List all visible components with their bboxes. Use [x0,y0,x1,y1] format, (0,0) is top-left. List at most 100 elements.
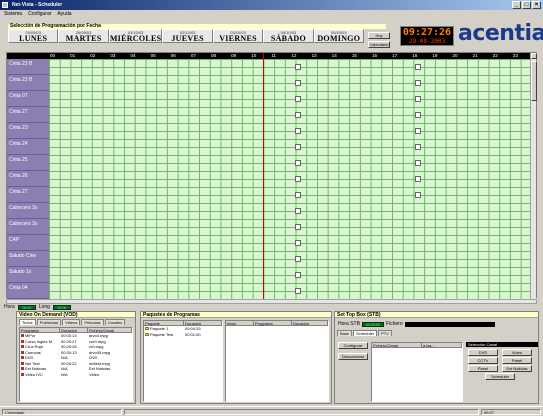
day-button-sabado[interactable]: 04/10/03 SÁBADO [263,29,314,43]
minimize-button[interactable]: _ [512,1,521,9]
channel-timeline[interactable] [49,203,532,219]
program-marker-icon[interactable] [415,112,422,118]
channel-label[interactable]: Cinta 23 [7,123,49,139]
configurar-button[interactable]: Configurar [338,342,368,349]
channel-timeline[interactable] [49,139,532,155]
channel-timeline[interactable] [49,59,532,75]
canal-panel2-button[interactable]: Panel [468,365,498,372]
day-button-lunes[interactable]: 25/09/03 LUNES [8,29,59,43]
tab-canales[interactable]: Canales [104,319,126,325]
col-inicio[interactable]: Inicio [226,321,254,326]
channel-label[interactable]: CAP [7,235,49,251]
program-marker-icon[interactable] [294,208,301,214]
close-button[interactable]: × [532,1,541,9]
col-a-las[interactable]: a las... [422,343,462,348]
tab-videos[interactable]: Videos [62,319,81,325]
day-button-martes[interactable]: 26/09/03 MARTES [58,29,109,43]
channel-timeline[interactable] [49,171,532,187]
tab-scheduler[interactable]: Scheduler [353,330,378,336]
program-marker-icon[interactable] [294,240,301,246]
channel-timeline[interactable] [49,107,532,123]
paquete-detail-list[interactable]: Inicio Programa Duración [225,320,329,402]
program-marker-icon[interactable] [415,144,422,150]
channel-timeline[interactable] [49,91,532,107]
menu-sistema[interactable]: Sistema [4,10,22,18]
channel-label[interactable]: Cinta 23 B [7,59,49,75]
channel-timeline[interactable] [49,235,532,251]
hoy-button[interactable]: Hoy [368,32,390,39]
desconectar-button[interactable]: Desconectar [338,353,368,360]
canal-video-button[interactable]: Video [502,349,532,356]
program-marker-icon[interactable] [294,112,301,118]
col-paquete[interactable]: Paquete [144,321,184,326]
program-marker-icon[interactable] [415,192,422,198]
program-marker-icon[interactable] [294,224,301,230]
program-marker-icon[interactable] [294,272,301,278]
channel-label[interactable]: Saludo 1x [7,267,49,283]
tab-base[interactable]: Base [337,330,353,336]
program-marker-icon[interactable] [294,64,301,70]
scroll-thumb[interactable] [531,61,537,101]
program-marker-icon[interactable] [294,176,301,182]
channel-timeline[interactable] [49,155,532,171]
channel-timeline[interactable] [49,187,532,203]
channel-label[interactable]: Saludo Cine [7,251,49,267]
program-marker-icon[interactable] [294,128,301,134]
channel-label[interactable]: Cinta 27 [7,107,49,123]
paquetes-list[interactable]: Paquete Duración Paquete 1 00:04:33 Paqu… [143,320,223,402]
program-marker-icon[interactable] [415,128,422,134]
tab-todos[interactable]: Todos [19,319,36,325]
program-marker-icon[interactable] [294,256,301,262]
canal-cctv-button[interactable]: CCTV [468,357,498,364]
tab-publicidad[interactable]: Publicidad [36,319,62,325]
program-marker-icon[interactable] [294,160,301,166]
grid-vertical-scrollbar[interactable] [530,53,537,299]
program-marker-icon[interactable] [294,144,301,150]
canal-dvd-button[interactable]: DVD [468,349,498,356]
vod-list[interactable]: Programa Duración Fichero/Canal MiPor 00:… [19,327,133,402]
channel-label[interactable]: Cinta 25 [7,155,49,171]
stb-file-list[interactable]: Fichero/Canal a las... [371,342,463,402]
calendario-button[interactable]: Calendario [368,41,390,48]
col-programa[interactable]: Programa [254,321,292,326]
program-marker-icon[interactable] [294,192,301,198]
day-button-jueves[interactable]: 02/10/03 JUEVES [162,29,213,43]
channel-label[interactable]: Cinta 23 B [7,75,49,91]
day-button-domingo[interactable]: 05/10/03 DOMINGO [313,29,365,43]
channel-timeline[interactable] [49,219,532,235]
col-programa[interactable]: Programa [20,328,60,333]
scheduler-button[interactable]: Scheduler [485,373,515,380]
col-duracion[interactable]: Duración [60,328,88,333]
channel-label[interactable]: Cinta 07 [7,91,49,107]
menu-ayuda[interactable]: Ayuda [57,10,71,18]
channel-timeline[interactable] [49,283,532,299]
program-marker-icon[interactable] [415,80,422,86]
list-item[interactable]: Paquete Test 00:01:00 [144,332,222,338]
canal-panel-button[interactable]: Panel [502,357,532,364]
col-duracion[interactable]: Duración [292,321,328,326]
channel-label[interactable]: Cinta 04 [7,283,49,299]
channel-timeline[interactable] [49,267,532,283]
channel-label[interactable]: Cinta 27 [7,187,49,203]
col-fichero[interactable]: Fichero/Canal [88,328,132,333]
channel-timeline[interactable] [49,75,532,91]
program-marker-icon[interactable] [415,176,422,182]
program-marker-icon[interactable] [294,80,301,86]
channel-label[interactable]: Cabecera 2x [7,203,49,219]
channel-label[interactable]: Cinta 26 [7,171,49,187]
program-marker-icon[interactable] [294,96,301,102]
day-button-viernes[interactable]: 03/10/03 VIERNES [212,29,264,43]
list-item[interactable]: Video IVC N/A Video [20,372,132,378]
program-marker-icon[interactable] [415,64,422,70]
col-fichero-canal[interactable]: Fichero/Canal [372,343,422,348]
day-button-miercoles[interactable]: 01/10/03 MIÉRCOLES [108,29,163,43]
maximize-button[interactable]: □ [522,1,531,9]
canal-ext-noticias-button[interactable]: Ext Noticias [502,365,532,372]
col-duracion[interactable]: Duración [184,321,222,326]
channel-timeline[interactable] [49,251,532,267]
channel-label[interactable]: Cabecera 2x [7,219,49,235]
program-marker-icon[interactable] [415,96,422,102]
channel-label[interactable]: Cinta 24 [7,139,49,155]
menu-configurar[interactable]: Configurar [28,10,51,18]
tab-peliculas[interactable]: Películas [81,319,104,325]
